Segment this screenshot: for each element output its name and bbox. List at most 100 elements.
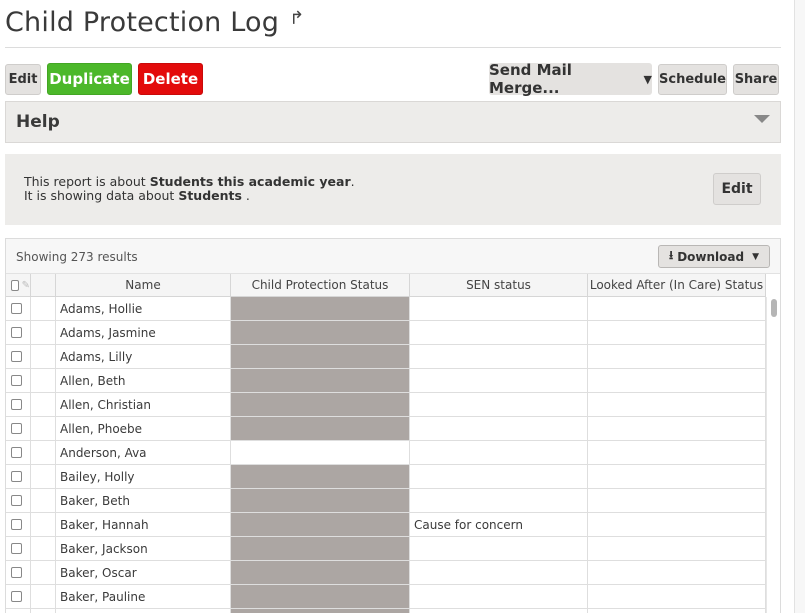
cell-sen-status [410, 537, 588, 561]
page-scrollbar[interactable] [794, 0, 805, 613]
caret-down-icon: ▼ [643, 72, 652, 86]
edit-button[interactable]: Edit [5, 64, 41, 95]
row-select-cell [6, 345, 31, 369]
results-count: Showing 273 results [16, 250, 138, 264]
cell-looked-after-status [588, 609, 766, 613]
table-row[interactable]: Adams, Lilly [6, 345, 766, 369]
help-title: Help [16, 112, 60, 132]
cell-name: Adams, Jasmine [56, 321, 231, 345]
caret-down-icon: ▼ [752, 251, 759, 262]
cell-child-protection-status [231, 609, 410, 613]
row-checkbox[interactable] [11, 351, 22, 362]
cell-sen-status [410, 465, 588, 489]
info-about-subject: Students this academic year [149, 174, 351, 189]
column-header-child-protection[interactable]: Child Protection Status [231, 274, 410, 297]
row-select-cell [6, 513, 31, 537]
info-showing-suffix: . [241, 188, 250, 203]
table-row[interactable]: Baker, Pauline [6, 585, 766, 609]
cell-sen-status [410, 369, 588, 393]
row-edit-cell [31, 513, 56, 537]
column-header-name[interactable]: Name [56, 274, 231, 297]
row-select-cell [6, 609, 31, 613]
select-all-header: ✎ [6, 274, 31, 297]
column-header-looked-after[interactable]: Looked After (In Care) Status [588, 274, 766, 297]
cell-name: Baker, Beth [56, 489, 231, 513]
row-edit-cell [31, 489, 56, 513]
table-row[interactable]: Allen, Phoebe [6, 417, 766, 441]
info-edit-button[interactable]: Edit [713, 173, 761, 205]
cell-sen-status [410, 561, 588, 585]
scrollbar-thumb[interactable] [771, 299, 777, 317]
table-row[interactable]: Bailey, Holly [6, 465, 766, 489]
cell-sen-status [410, 321, 588, 345]
chevron-down-icon[interactable] [754, 115, 770, 123]
pencil-icon: ✎ [21, 279, 30, 291]
table-row[interactable]: Adams, Jasmine [6, 321, 766, 345]
title-divider [5, 47, 781, 48]
share-arrow-icon[interactable]: ↱ [289, 8, 304, 29]
table-scrollbar[interactable] [766, 297, 780, 613]
cell-child-protection-status [231, 489, 410, 513]
cell-name: Allen, Beth [56, 369, 231, 393]
cell-name [56, 609, 231, 613]
row-checkbox[interactable] [11, 327, 22, 338]
table-row[interactable]: Baker, Jackson [6, 537, 766, 561]
row-select-cell [6, 537, 31, 561]
table-row[interactable]: Allen, Christian [6, 393, 766, 417]
info-line-about: This report is about Students this acade… [24, 174, 355, 189]
select-all-checkbox[interactable] [11, 279, 19, 291]
table-row[interactable]: Anderson, Ava [6, 441, 766, 465]
share-button[interactable]: Share [733, 64, 779, 95]
cell-looked-after-status [588, 489, 766, 513]
row-checkbox[interactable] [11, 591, 22, 602]
report-info-box: This report is about Students this acade… [5, 154, 781, 225]
cell-child-protection-status [231, 441, 410, 465]
help-panel-header[interactable]: Help [5, 101, 781, 143]
row-select-cell [6, 297, 31, 321]
page-title: Child Protection Log [5, 6, 280, 38]
info-line-showing: It is showing data about Students . [24, 188, 250, 203]
schedule-button[interactable]: Schedule [658, 64, 727, 95]
download-label: Download [677, 249, 745, 264]
row-checkbox[interactable] [11, 495, 22, 506]
cell-looked-after-status [588, 441, 766, 465]
cell-looked-after-status [588, 465, 766, 489]
row-edit-cell [31, 441, 56, 465]
cell-name: Baker, Hannah [56, 513, 231, 537]
row-checkbox[interactable] [11, 567, 22, 578]
row-edit-cell [31, 465, 56, 489]
edit-column-header [31, 274, 56, 297]
table-row[interactable] [6, 609, 766, 613]
cell-sen-status [410, 609, 588, 613]
grid-header-bar: Showing 273 results ⭳ Download ▼ [6, 239, 780, 274]
cell-child-protection-status [231, 297, 410, 321]
table-row[interactable]: Adams, Hollie [6, 297, 766, 321]
info-showing-prefix: It is showing data about [24, 188, 175, 203]
row-checkbox[interactable] [11, 399, 22, 410]
cell-looked-after-status [588, 513, 766, 537]
row-checkbox[interactable] [11, 423, 22, 434]
row-checkbox[interactable] [11, 447, 22, 458]
table-row[interactable]: Baker, Hannah Cause for concern [6, 513, 766, 537]
info-showing-subject: Students [178, 188, 242, 203]
row-checkbox[interactable] [11, 543, 22, 554]
row-select-cell [6, 585, 31, 609]
send-mail-merge-button[interactable]: Send Mail Merge... ▼ [489, 61, 652, 97]
table-row[interactable]: Baker, Oscar [6, 561, 766, 585]
duplicate-button[interactable]: Duplicate [47, 63, 132, 95]
report-page: Child Protection Log ↱ Edit Duplicate De… [0, 0, 805, 613]
row-checkbox[interactable] [11, 519, 22, 530]
cell-name: Allen, Christian [56, 393, 231, 417]
table-row[interactable]: Allen, Beth [6, 369, 766, 393]
cell-sen-status [410, 297, 588, 321]
delete-button[interactable]: Delete [138, 63, 203, 95]
row-checkbox[interactable] [11, 375, 22, 386]
table-row[interactable]: Baker, Beth [6, 489, 766, 513]
title-row: Child Protection Log ↱ [5, 2, 304, 42]
cell-name: Adams, Hollie [56, 297, 231, 321]
row-checkbox[interactable] [11, 303, 22, 314]
cell-name: Anderson, Ava [56, 441, 231, 465]
row-checkbox[interactable] [11, 471, 22, 482]
column-header-sen-status[interactable]: SEN status [410, 274, 588, 297]
download-button[interactable]: ⭳ Download ▼ [658, 245, 770, 268]
